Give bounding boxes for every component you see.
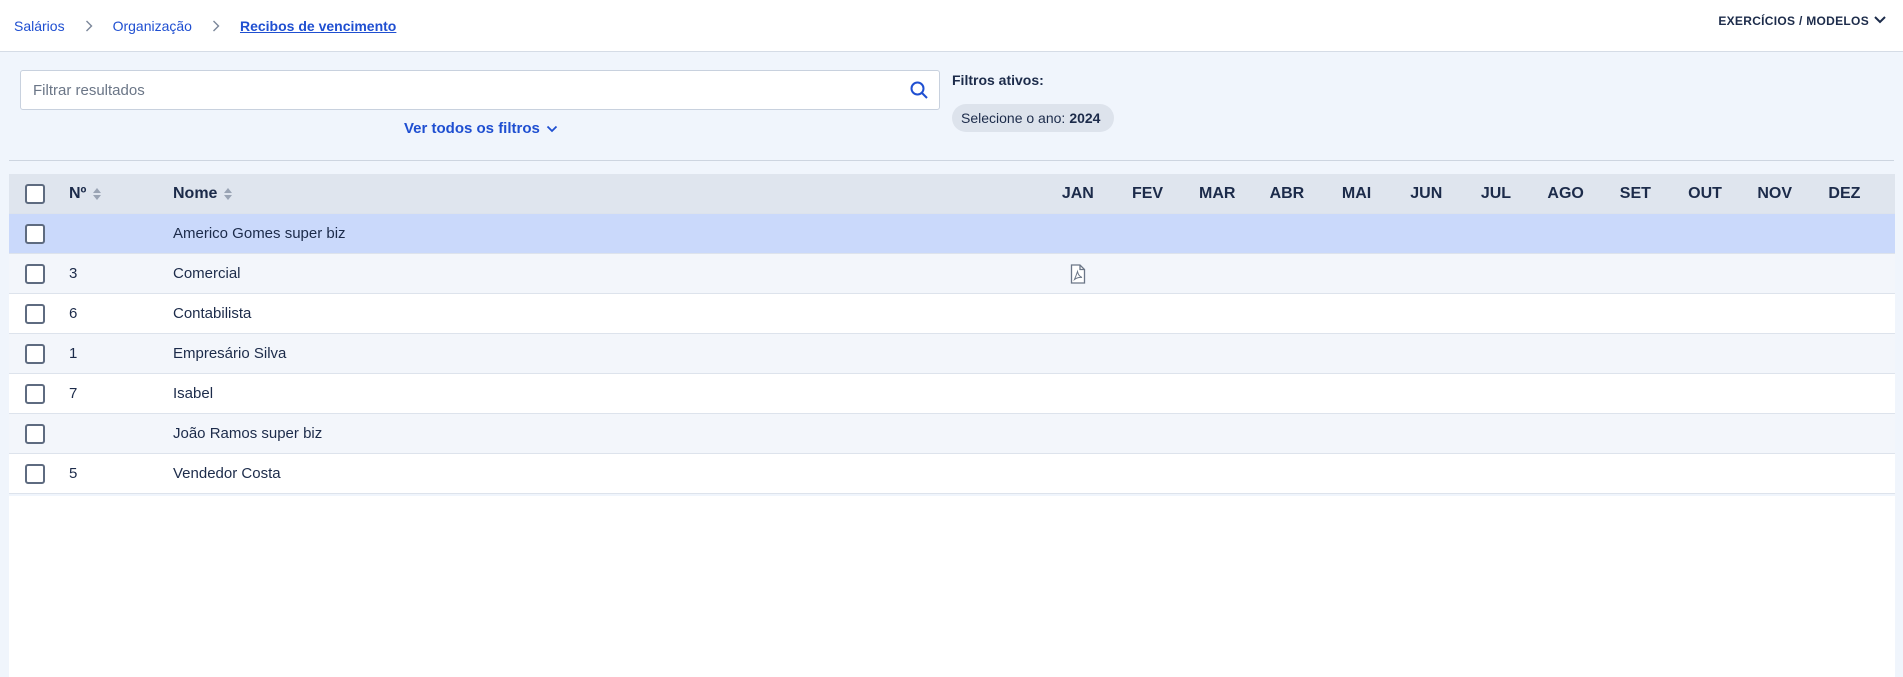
chevron-down-icon: [546, 120, 558, 137]
chevron-down-icon: [1873, 14, 1887, 28]
table-row[interactable]: 5 Vendedor Costa: [9, 454, 1895, 494]
table-body: Americo Gomes super biz 3 Comercial 6 Contab…: [9, 214, 1895, 494]
year-filter-chip[interactable]: Selecione o ano: 2024: [952, 104, 1115, 132]
row-number: 5: [69, 465, 78, 482]
column-month-ago: AGO: [1547, 184, 1584, 202]
show-all-filters-button[interactable]: Ver todos os filtros: [404, 120, 558, 137]
row-name: Vendedor Costa: [173, 465, 281, 482]
table-row[interactable]: 6 Contabilista: [9, 294, 1895, 334]
breadcrumb-current[interactable]: Recibos de vencimento: [240, 18, 396, 34]
breadcrumb: Salários Organização Recibos de vencimen…: [14, 18, 396, 34]
table-row[interactable]: 3 Comercial: [9, 254, 1895, 294]
row-name: Empresário Silva: [173, 345, 287, 362]
row-name: Comercial: [173, 265, 241, 282]
search-icon[interactable]: [899, 80, 939, 100]
row-checkbox[interactable]: [25, 423, 45, 444]
column-month-mar: MAR: [1199, 184, 1236, 202]
column-month-jun: JUN: [1410, 184, 1443, 202]
month-cell: [1740, 264, 1810, 284]
pdf-file-icon[interactable]: [1043, 263, 1113, 284]
column-month-out: OUT: [1688, 184, 1722, 202]
row-number: 3: [69, 265, 78, 282]
column-month-mai: MAI: [1341, 184, 1372, 202]
month-headers: JAN FEV MAR ABR MAI JUN JUL AGO SET OUT NOV DEZ: [1043, 185, 1879, 203]
sort-icon[interactable]: [223, 187, 233, 201]
row-checkbox[interactable]: [25, 223, 45, 244]
exercicios-modelos-label: EXERCÍCIOS / MODELOS: [1718, 14, 1869, 28]
month-cell: [1113, 264, 1183, 284]
active-filters-title: Filtros ativos:: [952, 72, 1044, 88]
row-name: João Ramos super biz: [173, 425, 323, 442]
chevron-right-icon: [212, 20, 220, 32]
column-name-label: Nome: [173, 184, 218, 202]
top-bar: Salários Organização Recibos de vencimen…: [0, 0, 1903, 52]
column-month-nov: NOV: [1757, 184, 1793, 202]
year-filter-label: Selecione o ano:: [961, 110, 1066, 126]
row-checkbox[interactable]: [25, 263, 45, 284]
column-month-jul: JUL: [1480, 184, 1512, 202]
table-empty-area: [9, 496, 1895, 677]
table-header: Nº Nome JAN FEV MAR ABR MAI JUN JUL AGO SET OUT NO…: [9, 174, 1895, 214]
column-month-dez: DEZ: [1828, 184, 1861, 202]
table-row[interactable]: João Ramos super biz: [9, 414, 1895, 454]
column-month-jan: JAN: [1061, 184, 1094, 202]
column-month-abr: ABR: [1269, 184, 1305, 202]
month-cell: [1391, 264, 1461, 284]
column-name-header[interactable]: Nome: [173, 185, 1043, 203]
month-cell: [1810, 264, 1880, 284]
table-row[interactable]: 7 Isabel: [9, 374, 1895, 414]
column-number-label: Nº: [69, 184, 87, 202]
row-name: Americo Gomes super biz: [173, 225, 346, 242]
month-cell: [1531, 264, 1601, 284]
month-cell: [1252, 264, 1322, 284]
month-cell: [1322, 264, 1392, 284]
month-cell: [1670, 264, 1740, 284]
row-name: Contabilista: [173, 305, 252, 322]
chevron-right-icon: [85, 20, 93, 32]
column-number-header[interactable]: Nº: [61, 185, 173, 203]
divider: [9, 160, 1894, 161]
month-cell: [1182, 264, 1252, 284]
row-number: 6: [69, 305, 78, 322]
exercicios-modelos-menu[interactable]: EXERCÍCIOS / MODELOS: [1718, 14, 1887, 28]
filters-area: Ver todos os filtros Filtros ativos: Sel…: [0, 52, 1903, 161]
column-month-set: SET: [1619, 184, 1651, 202]
row-checkbox[interactable]: [25, 383, 45, 404]
table-row[interactable]: 1 Empresário Silva: [9, 334, 1895, 374]
month-cell: [1461, 264, 1531, 284]
breadcrumb-item-organizacao[interactable]: Organização: [113, 18, 192, 34]
row-checkbox[interactable]: [25, 303, 45, 324]
row-checkbox[interactable]: [25, 463, 45, 484]
month-cell: [1601, 264, 1671, 284]
month-cell: [1043, 263, 1113, 284]
select-all-checkbox[interactable]: [25, 183, 45, 204]
receipts-table: Nº Nome JAN FEV MAR ABR MAI JUN JUL AGO SET OUT NO…: [9, 174, 1895, 494]
row-name: Isabel: [173, 385, 214, 402]
year-filter-value: 2024: [1069, 110, 1101, 126]
column-month-fev: FEV: [1131, 184, 1164, 202]
search-box: [20, 70, 940, 110]
breadcrumb-item-salarios[interactable]: Salários: [14, 18, 65, 34]
show-all-filters-label: Ver todos os filtros: [404, 120, 540, 137]
row-checkbox[interactable]: [25, 343, 45, 364]
sort-icon[interactable]: [92, 187, 102, 201]
search-input[interactable]: [21, 71, 899, 109]
table-row[interactable]: Americo Gomes super biz: [9, 214, 1895, 254]
row-number: 1: [69, 345, 78, 362]
row-number: 7: [69, 385, 78, 402]
